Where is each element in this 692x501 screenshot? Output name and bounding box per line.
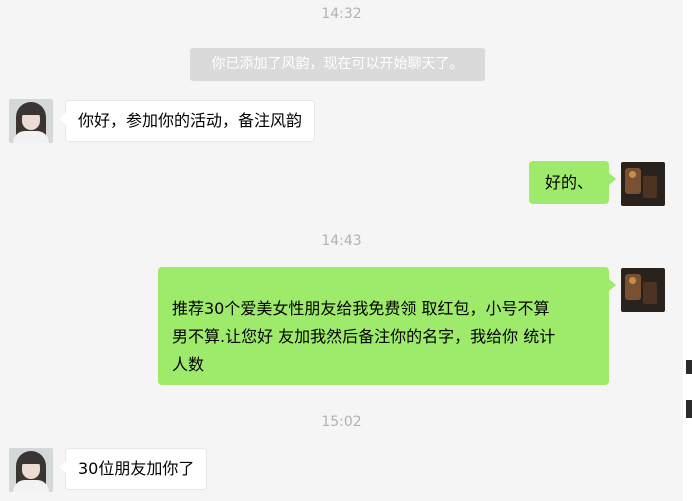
my-avatar[interactable] <box>621 268 665 312</box>
message-bubble-incoming[interactable]: 你好，参加你的活动，备注风韵 <box>58 100 316 142</box>
contact-avatar[interactable] <box>9 99 53 143</box>
message-text-line: 男不算.让您好 友加我然后备注你的名字，我给你 统计 <box>172 327 556 346</box>
timestamp: 15:02 <box>321 414 362 430</box>
scrollbar-mark <box>686 400 692 418</box>
message-text: 30位朋友加你了 <box>78 459 195 478</box>
message-text: 好的、 <box>544 173 593 192</box>
message-text-line: 推荐30个爱美女性朋友给我免费领 取红包，小号不算 <box>172 299 550 318</box>
message-text-line: 人数 <box>172 355 205 374</box>
timestamp: 14:32 <box>321 6 362 22</box>
message-bubble-outgoing[interactable]: 好的、 <box>529 161 616 204</box>
scrollbar-track[interactable] <box>683 0 692 501</box>
contact-avatar[interactable] <box>9 448 53 492</box>
timestamp: 14:43 <box>321 233 362 249</box>
message-bubble-incoming[interactable]: 30位朋友加你了 <box>58 448 208 490</box>
system-notice: 你已添加了风韵，现在可以开始聊天了。 <box>190 48 485 81</box>
message-text: 你好，参加你的活动，备注风韵 <box>78 111 303 130</box>
chat-window: 14:32 你已添加了风韵，现在可以开始聊天了。 你好，参加你的活动，备注风韵 … <box>0 0 683 501</box>
message-bubble-outgoing[interactable]: 推荐30个爱美女性朋友给我免费领 取红包，小号不算 男不算.让您好 友加我然后备… <box>158 267 616 385</box>
my-avatar[interactable] <box>621 162 665 206</box>
scrollbar-mark <box>686 360 692 374</box>
